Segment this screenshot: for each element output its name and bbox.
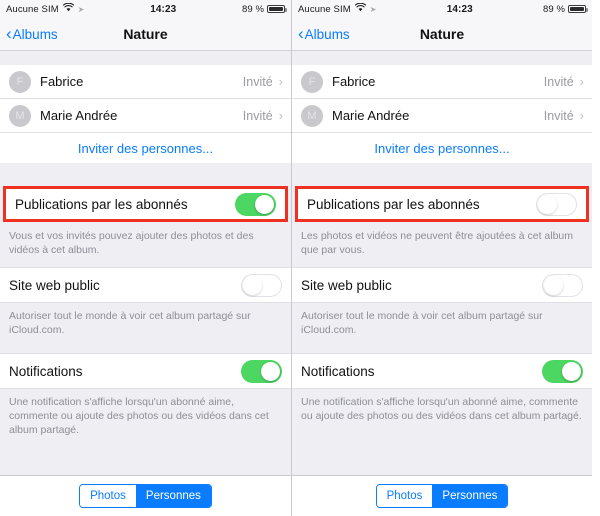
notifications-row[interactable]: Notifications <box>292 354 592 388</box>
settings-content: F Fabrice Invité › M Marie Andrée Invité… <box>292 51 592 475</box>
status-badge: Invité <box>242 74 273 89</box>
notifications-label: Notifications <box>301 363 375 379</box>
battery-percent-label: 89 % <box>542 3 566 15</box>
tab-photos[interactable]: Photos <box>376 485 433 507</box>
notifications-label: Notifications <box>9 363 83 379</box>
carrier-label: Aucune SIM <box>298 3 351 15</box>
battery-percent-label: 89 % <box>241 3 265 15</box>
back-button[interactable]: ‹ Albums <box>292 23 350 43</box>
public-website-description: Autoriser tout le monde à voir cet album… <box>0 303 291 353</box>
invite-people-button[interactable]: Inviter des personnes... <box>0 133 291 163</box>
settings-content: F Fabrice Invité › M Marie Andrée Invité… <box>0 51 291 475</box>
status-bar-left: Aucune SIM ➤ <box>298 2 447 15</box>
avatar: F <box>301 70 323 93</box>
status-bar-left: Aucune SIM ➤ <box>6 2 150 15</box>
notifications-toggle[interactable] <box>542 359 583 383</box>
location-icon: ➤ <box>77 4 85 14</box>
segmented-control[interactable]: Photos Personnes <box>375 484 509 508</box>
highlight-box-wrapper: Publications par les abonnés <box>292 185 592 223</box>
subscriber-posts-row[interactable]: Publications par les abonnés <box>6 189 285 219</box>
table-row[interactable]: M Marie Andrée Invité › <box>0 99 291 133</box>
public-website-description: Autoriser tout le monde à voir cet album… <box>292 303 592 353</box>
public-website-toggle[interactable] <box>542 273 583 297</box>
public-website-label: Site web public <box>9 277 100 293</box>
notifications-description: Une notification s'affiche lorsqu'un abo… <box>292 389 592 433</box>
status-bar: Aucune SIM ➤ 14:23 89 % <box>292 0 592 18</box>
subscriber-posts-toggle[interactable] <box>235 192 276 216</box>
back-button-label: Albums <box>304 26 350 42</box>
person-name: Fabrice <box>332 74 376 89</box>
chevron-right-icon: › <box>278 74 283 89</box>
person-name: Marie Andrée <box>332 108 410 123</box>
wifi-icon <box>62 2 74 15</box>
subscriber-posts-toggle[interactable] <box>536 192 577 216</box>
notifications-row[interactable]: Notifications <box>0 354 291 388</box>
bottom-toolbar: Photos Personnes <box>292 475 592 516</box>
carrier-label: Aucune SIM <box>6 3 59 15</box>
highlight-box-wrapper: Publications par les abonnés <box>0 185 291 223</box>
chevron-left-icon: ‹ <box>6 23 12 43</box>
status-bar-right: 89 % <box>473 3 589 15</box>
location-icon: ➤ <box>369 4 377 14</box>
notifications-toggle[interactable] <box>241 359 282 383</box>
bottom-toolbar: Photos Personnes <box>0 475 291 516</box>
table-row[interactable]: F Fabrice Invité › <box>292 65 592 99</box>
public-website-toggle[interactable] <box>241 273 282 297</box>
highlight-box: Publications par les abonnés <box>295 186 589 222</box>
person-name: Marie Andrée <box>40 108 118 123</box>
battery-icon <box>267 5 288 13</box>
section-gap <box>292 163 592 185</box>
table-row[interactable]: F Fabrice Invité › <box>0 65 291 99</box>
avatar: M <box>9 104 31 127</box>
back-button-label: Albums <box>12 26 58 42</box>
avatar: M <box>301 104 323 127</box>
clock-label: 14:23 <box>446 3 473 15</box>
subscriber-posts-description: Vous et vos invités pouvez ajouter des p… <box>0 223 291 267</box>
public-website-row[interactable]: Site web public <box>0 268 291 302</box>
status-badge: Invité <box>543 108 574 123</box>
section-gap <box>0 163 291 185</box>
back-button[interactable]: ‹ Albums <box>0 23 58 43</box>
tab-personnes[interactable]: Personnes <box>432 485 508 507</box>
nav-bar: ‹ Albums Nature <box>292 18 592 51</box>
status-bar: Aucune SIM ➤ 14:23 89 % <box>0 0 291 18</box>
nav-bar: ‹ Albums Nature <box>0 18 291 51</box>
table-row[interactable]: M Marie Andrée Invité › <box>292 99 592 133</box>
clock-label: 14:23 <box>150 3 177 15</box>
invite-people-button[interactable]: Inviter des personnes... <box>292 133 592 163</box>
avatar: F <box>9 70 31 93</box>
top-spacer <box>0 51 291 65</box>
people-group: F Fabrice Invité › M Marie Andrée Invité… <box>292 65 592 163</box>
subscriber-posts-label: Publications par les abonnés <box>307 196 480 212</box>
subscriber-posts-description: Les photos et vidéos ne peuvent être ajo… <box>292 223 592 267</box>
top-spacer <box>292 51 592 65</box>
battery-icon <box>568 5 589 13</box>
notifications-description: Une notification s'affiche lorsqu'un abo… <box>0 389 291 447</box>
chevron-right-icon: › <box>278 108 283 123</box>
wifi-icon <box>354 2 366 15</box>
chevron-left-icon: ‹ <box>298 23 304 43</box>
person-name: Fabrice <box>40 74 84 89</box>
phone-screen-left: Aucune SIM ➤ 14:23 89 % ‹ Albums Nature <box>0 0 292 516</box>
status-badge: Invité <box>242 108 273 123</box>
chevron-right-icon: › <box>579 74 584 89</box>
status-badge: Invité <box>543 74 574 89</box>
highlight-box: Publications par les abonnés <box>3 186 288 222</box>
chevron-right-icon: › <box>579 108 584 123</box>
subscriber-posts-row[interactable]: Publications par les abonnés <box>298 189 586 219</box>
public-website-label: Site web public <box>301 277 392 293</box>
dual-screenshot-comparison: Aucune SIM ➤ 14:23 89 % ‹ Albums Nature <box>0 0 600 516</box>
tab-personnes[interactable]: Personnes <box>135 485 211 507</box>
status-bar-right: 89 % <box>176 3 288 15</box>
subscriber-posts-label: Publications par les abonnés <box>15 196 188 212</box>
public-website-row[interactable]: Site web public <box>292 268 592 302</box>
segmented-control[interactable]: Photos Personnes <box>79 484 212 508</box>
people-group: F Fabrice Invité › M Marie Andrée Invité… <box>0 65 291 163</box>
tab-photos[interactable]: Photos <box>80 485 136 507</box>
phone-screen-right: Aucune SIM ➤ 14:23 89 % ‹ Albums Nature <box>292 0 592 516</box>
